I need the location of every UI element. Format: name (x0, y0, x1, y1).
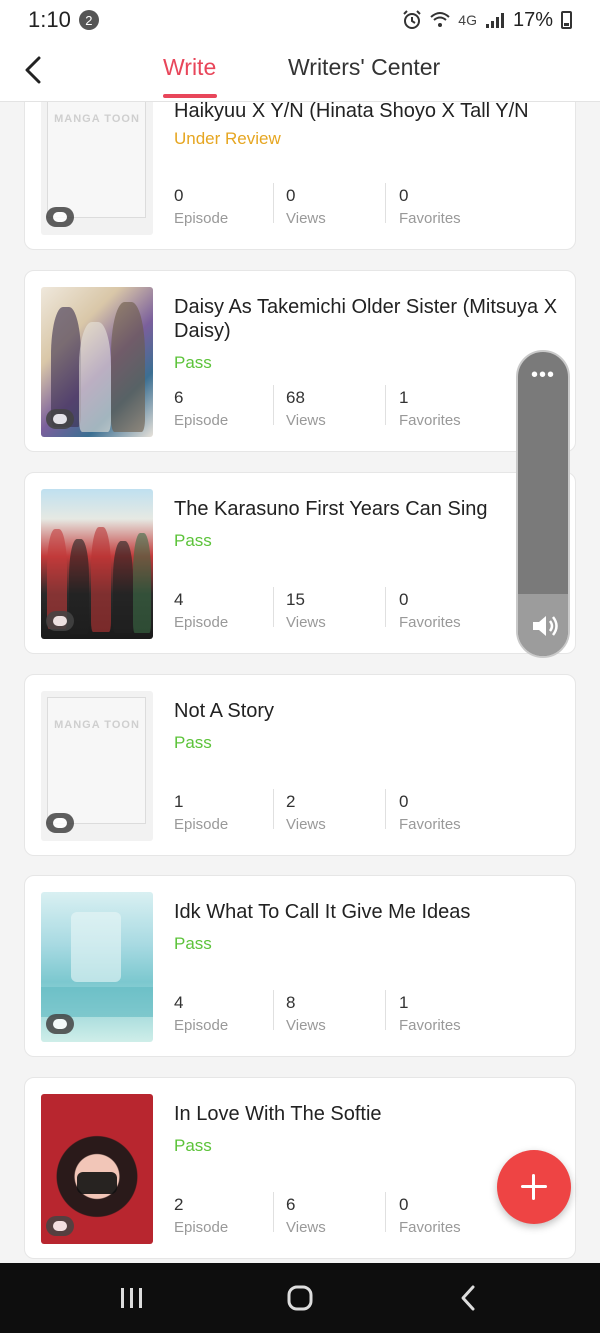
stat-divider (385, 990, 386, 1030)
episode-stat: 0 Episode (174, 186, 229, 227)
story-title: Daisy As Takemichi Older Sister (Mitsuya… (174, 296, 558, 342)
story-status: Under Review (174, 129, 281, 148)
favorites-stat: 0 Favorites (399, 186, 461, 227)
favorites-stat: 0 Favorites (399, 792, 461, 833)
story-title: Haikyuu X Y/N (Hinata Shoyo X Tall Y/N (174, 102, 529, 122)
status-time: 1:10 (28, 7, 71, 32)
story-status: Pass (174, 531, 212, 550)
favorites-stat: 0 Favorites (399, 590, 461, 631)
story-cover: MANGA TOON (41, 102, 153, 235)
floating-edge-panel[interactable]: ••• (516, 350, 570, 658)
story-cover (41, 1094, 153, 1244)
views-stat: 2 Views (286, 792, 326, 833)
stat-divider (273, 587, 274, 627)
stat-divider (273, 990, 274, 1030)
mangatoon-logo: MANGA TOON (54, 719, 140, 731)
volume-icon[interactable] (530, 612, 560, 640)
favorites-stat: 0 Favorites (399, 1195, 461, 1236)
home-icon (287, 1285, 313, 1311)
active-tab-indicator (163, 94, 217, 98)
story-card[interactable]: Daisy As Takemichi Older Sister (Mitsuya… (24, 270, 576, 452)
comment-bubble-icon (46, 1216, 74, 1236)
stat-divider (385, 385, 386, 425)
views-stat: 0 Views (286, 186, 326, 227)
volume-area[interactable] (518, 594, 568, 656)
stat-divider (273, 1192, 274, 1232)
views-stat: 15 Views (286, 590, 326, 631)
story-list[interactable]: MANGA TOON Haikyuu X Y/N (Hinata Shoyo X… (0, 102, 600, 1263)
recent-apps-icon (121, 1288, 142, 1308)
story-status: Pass (174, 733, 212, 752)
comment-bubble-icon (46, 611, 74, 631)
story-title: Not A Story (174, 700, 275, 722)
story-card[interactable]: MANGA TOON Haikyuu X Y/N (Hinata Shoyo X… (24, 102, 576, 250)
views-stat: 68 Views (286, 388, 326, 429)
stat-divider (273, 183, 274, 223)
episode-stat: 1 Episode (174, 792, 229, 833)
favorites-stat: 1 Favorites (399, 993, 461, 1034)
story-title: In Love With The Softie (174, 1103, 382, 1125)
stat-divider (273, 385, 274, 425)
back-icon (461, 1285, 475, 1311)
stat-divider (385, 789, 386, 829)
story-title: The Karasuno First Years Can Sing (174, 498, 488, 520)
episode-stat: 4 Episode (174, 590, 229, 631)
system-back-button[interactable] (446, 1283, 490, 1313)
stat-divider (385, 1192, 386, 1232)
battery-icon (561, 11, 572, 29)
stat-divider (273, 789, 274, 829)
story-card[interactable]: In Love With The Softie Pass 2 Episode 6V… (24, 1077, 576, 1259)
stat-divider (385, 183, 386, 223)
comment-bubble-icon (46, 409, 74, 429)
home-button[interactable] (278, 1283, 322, 1313)
signal-icon (485, 13, 504, 28)
add-story-button[interactable] (497, 1150, 571, 1224)
top-header: Write Writers' Center (0, 40, 600, 102)
system-nav-bar (0, 1263, 600, 1333)
tab-write[interactable]: Write (163, 54, 216, 81)
story-cover (41, 489, 153, 639)
alarm-icon (403, 10, 421, 29)
story-cover (41, 287, 153, 437)
story-status: Pass (174, 353, 212, 372)
network-type: 4G (458, 12, 477, 28)
story-status: Pass (174, 1136, 212, 1155)
comment-bubble-icon (46, 813, 74, 833)
battery-percent: 17% (512, 8, 553, 31)
status-icons: 4G 17% (402, 9, 572, 32)
comment-bubble-icon (46, 1014, 74, 1034)
mangatoon-logo: MANGA TOON (54, 113, 140, 125)
story-card[interactable]: MANGA TOON Not A Story Pass 1 Episode 2 Vi… (24, 674, 576, 856)
story-status: Pass (174, 934, 212, 953)
tab-writers-center[interactable]: Writers' Center (288, 54, 440, 81)
status-bar: 1:10 2 4G 17% (0, 0, 600, 40)
notification-count-badge: 2 (78, 10, 99, 30)
story-cover (41, 892, 153, 1042)
story-card[interactable]: The Karasuno First Years Can Sing Pass 4… (24, 472, 576, 654)
story-card[interactable]: Idk What To Call It Give Me Ideas Pass 4… (24, 875, 576, 1057)
comment-bubble-icon (46, 207, 74, 227)
episode-stat: 6 Episode (174, 388, 229, 429)
wifi-icon (430, 12, 450, 27)
story-title: Idk What To Call It Give Me Ideas (174, 901, 471, 923)
recent-apps-button[interactable] (110, 1283, 154, 1313)
episode-stat: 4 Episode (174, 993, 229, 1034)
story-cover: MANGA TOON (41, 691, 153, 841)
views-stat: 6 Views (286, 1195, 326, 1236)
chevron-left-icon (25, 56, 41, 84)
back-button[interactable] (18, 52, 48, 88)
views-stat: 8 Views (286, 993, 326, 1034)
stat-divider (385, 587, 386, 627)
more-dots-icon[interactable]: ••• (518, 365, 568, 385)
episode-stat: 2 Episode (174, 1195, 229, 1236)
favorites-stat: 1 Favorites (399, 388, 461, 429)
